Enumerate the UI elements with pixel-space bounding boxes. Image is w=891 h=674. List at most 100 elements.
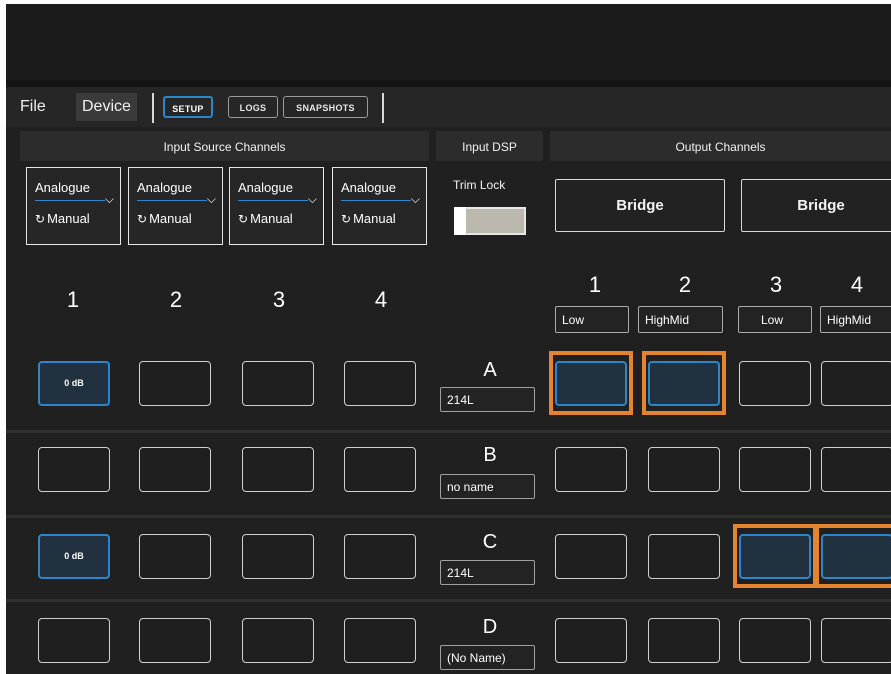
- output-eq-label[interactable]: HighMid: [638, 306, 723, 333]
- output-cell-b2[interactable]: [648, 447, 720, 492]
- gain-value: 0 dB: [64, 378, 84, 388]
- output-cell-d1[interactable]: [555, 618, 627, 663]
- input-cell-a3[interactable]: [242, 361, 314, 406]
- menu-device[interactable]: Device: [76, 93, 137, 121]
- trim-lock-label: Trim Lock: [453, 178, 506, 192]
- refresh-icon: ↻: [35, 212, 46, 226]
- row-letter: B: [483, 444, 497, 466]
- source-type-label: Analogue: [341, 180, 396, 195]
- title-bar: [6, 4, 891, 80]
- title-bar-divider: [6, 80, 891, 87]
- input-source-selector-3[interactable]: Analogue ↻ Manual ⌵: [229, 167, 324, 245]
- row-divider: [6, 430, 891, 433]
- row-divider: [6, 515, 891, 518]
- input-cell-a2[interactable]: [139, 361, 211, 406]
- input-channel-number: 3: [272, 287, 286, 312]
- input-cell-c4[interactable]: [344, 534, 416, 579]
- source-mode-label: Manual: [353, 211, 396, 226]
- menu-file[interactable]: File: [14, 93, 52, 121]
- row-name-field[interactable]: 214L: [440, 387, 535, 412]
- source-type-underline: [35, 200, 105, 201]
- input-channel-number: 2: [169, 287, 183, 312]
- row-name-field[interactable]: (No Name): [440, 645, 535, 670]
- source-type-underline: [341, 200, 411, 201]
- output-cell-a1[interactable]: [555, 361, 627, 406]
- output-eq-label[interactable]: Low: [555, 306, 629, 333]
- output-cell-d2[interactable]: [648, 618, 720, 663]
- output-channel-number: 2: [678, 272, 692, 297]
- input-source-channels-header: Input Source Channels: [20, 131, 429, 161]
- trim-lock-toggle[interactable]: [454, 207, 526, 235]
- row-name-field[interactable]: no name: [440, 474, 535, 499]
- input-cell-b1[interactable]: [38, 447, 110, 492]
- input-cell-b3[interactable]: [242, 447, 314, 492]
- input-cell-c2[interactable]: [139, 534, 211, 579]
- source-mode-label: Manual: [250, 211, 293, 226]
- output-cell-b4[interactable]: [821, 447, 891, 492]
- output-cell-c1[interactable]: [555, 534, 627, 579]
- output-channel-number: 3: [769, 272, 783, 297]
- chevron-down-icon: ⌵: [410, 192, 420, 206]
- output-eq-label[interactable]: HighMid: [820, 306, 891, 333]
- bridge-button-3-4[interactable]: Bridge: [741, 179, 891, 232]
- input-cell-b4[interactable]: [344, 447, 416, 492]
- refresh-icon: ↻: [238, 212, 249, 226]
- source-type-underline: [238, 200, 308, 201]
- row-divider: [6, 599, 891, 602]
- input-cell-c1[interactable]: 0 dB: [38, 534, 110, 579]
- output-cell-d4[interactable]: [821, 618, 891, 663]
- tab-snapshots[interactable]: SNAPSHOTS: [283, 96, 368, 118]
- input-source-selector-1[interactable]: Analogue ↻ Manual ⌵: [26, 167, 121, 245]
- tab-setup[interactable]: SETUP: [163, 96, 213, 118]
- source-mode: ↻ Manual: [341, 211, 396, 226]
- source-mode: ↻ Manual: [35, 211, 90, 226]
- source-mode-label: Manual: [47, 211, 90, 226]
- chevron-down-icon: ⌵: [206, 192, 216, 206]
- source-mode: ↻ Manual: [137, 211, 192, 226]
- output-channel-number: 1: [588, 272, 602, 297]
- input-source-selector-4[interactable]: Analogue ↻ Manual ⌵: [332, 167, 427, 245]
- output-cell-c4[interactable]: [821, 534, 891, 579]
- row-letter: D: [482, 616, 498, 638]
- toggle-knob: [454, 207, 466, 235]
- input-cell-d1[interactable]: [38, 618, 110, 663]
- menu-separator: [382, 93, 384, 123]
- app-window: File Device SETUP LOGS SNAPSHOTS Input S…: [6, 4, 891, 674]
- output-cell-b3[interactable]: [739, 447, 811, 492]
- source-mode: ↻ Manual: [238, 211, 293, 226]
- output-cell-a3[interactable]: [739, 361, 811, 406]
- input-cell-d4[interactable]: [344, 618, 416, 663]
- source-type-label: Analogue: [238, 180, 293, 195]
- row-name-field[interactable]: 214L: [440, 560, 535, 585]
- refresh-icon: ↻: [341, 212, 352, 226]
- output-cell-d3[interactable]: [739, 618, 811, 663]
- input-source-selector-2[interactable]: Analogue ↻ Manual ⌵: [128, 167, 223, 245]
- input-cell-d3[interactable]: [242, 618, 314, 663]
- chevron-down-icon: ⌵: [307, 192, 317, 206]
- input-channel-number: 1: [66, 287, 80, 312]
- input-cell-b2[interactable]: [139, 447, 211, 492]
- input-cell-a1[interactable]: 0 dB: [38, 361, 110, 406]
- output-eq-label[interactable]: Low: [738, 306, 812, 333]
- input-cell-c3[interactable]: [242, 534, 314, 579]
- menu-bar: File Device SETUP LOGS SNAPSHOTS: [6, 87, 891, 127]
- gain-value: 0 dB: [64, 551, 84, 561]
- output-cell-c3[interactable]: [739, 534, 811, 579]
- input-cell-a4[interactable]: [344, 361, 416, 406]
- input-cell-d2[interactable]: [139, 618, 211, 663]
- menu-separator: [152, 93, 154, 123]
- output-cell-b1[interactable]: [555, 447, 627, 492]
- output-cell-a4[interactable]: [821, 361, 891, 406]
- source-type-underline: [137, 200, 207, 201]
- tab-logs[interactable]: LOGS: [228, 96, 278, 118]
- bridge-button-1-2[interactable]: Bridge: [555, 179, 725, 232]
- output-cell-a2[interactable]: [648, 361, 720, 406]
- output-channels-header: Output Channels: [550, 131, 891, 161]
- row-letter: A: [483, 359, 497, 381]
- output-cell-c2[interactable]: [648, 534, 720, 579]
- input-dsp-header: Input DSP: [436, 131, 543, 161]
- source-type-label: Analogue: [137, 180, 192, 195]
- refresh-icon: ↻: [137, 212, 148, 226]
- output-channel-number: 4: [850, 272, 864, 297]
- source-mode-label: Manual: [149, 211, 192, 226]
